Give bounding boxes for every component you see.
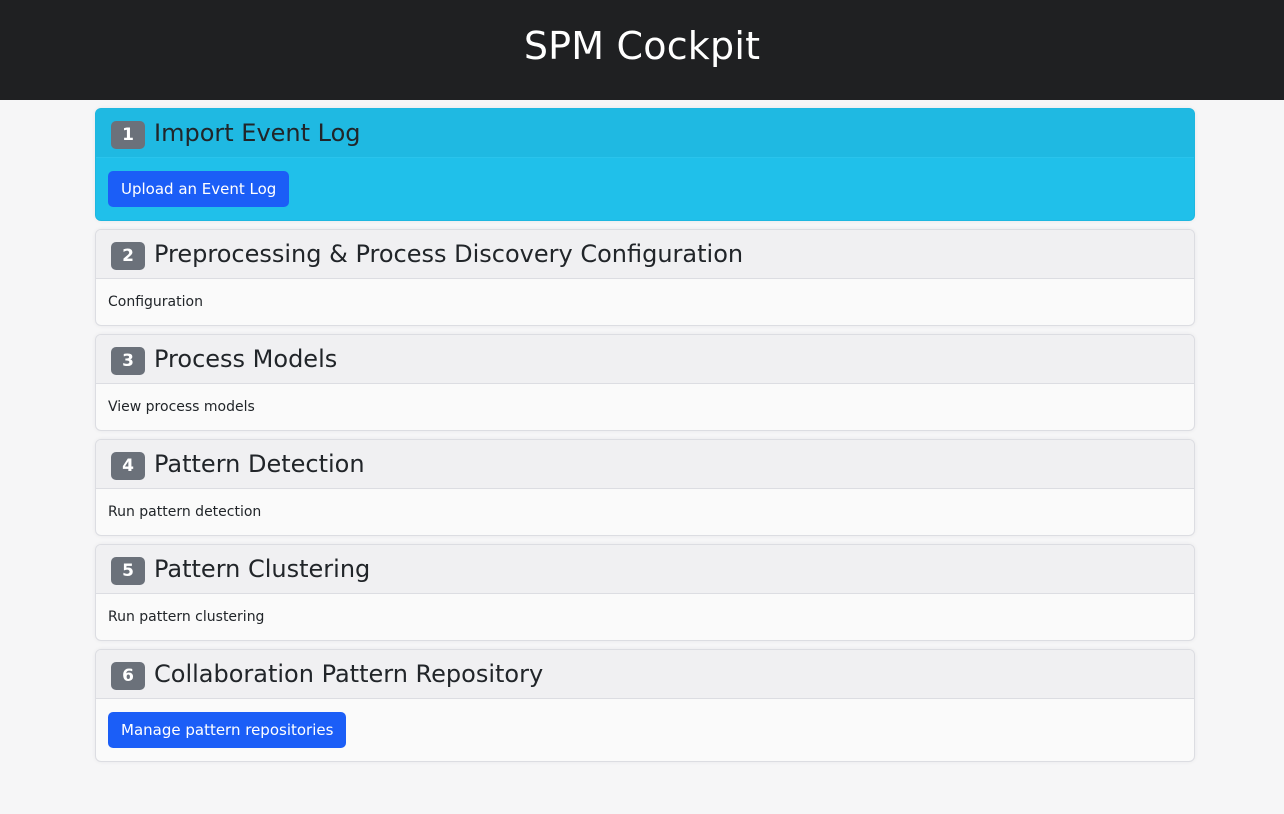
step-number-badge: 6 bbox=[111, 662, 145, 690]
run-pattern-clustering-link[interactable]: Run pattern clustering bbox=[108, 609, 264, 625]
step-header: 4 Pattern Detection bbox=[96, 440, 1194, 489]
step-number-badge: 1 bbox=[111, 121, 145, 149]
step-title: Process Models bbox=[154, 345, 338, 373]
step-header: 3 Process Models bbox=[96, 335, 1194, 384]
step-header: 5 Pattern Clustering bbox=[96, 545, 1194, 594]
app-title: SPM Cockpit bbox=[523, 24, 761, 68]
step-header: 6 Collaboration Pattern Repository bbox=[96, 650, 1194, 699]
step-body: Upload an Event Log bbox=[96, 158, 1194, 220]
step-title: Preprocessing & Process Discovery Config… bbox=[154, 240, 744, 268]
step-pattern-detection: 4 Pattern Detection Run pattern detectio… bbox=[95, 439, 1195, 536]
step-title: Collaboration Pattern Repository bbox=[154, 660, 544, 688]
step-collaboration-pattern-repository: 6 Collaboration Pattern Repository Manag… bbox=[95, 649, 1195, 762]
step-header: 2 Preprocessing & Process Discovery Conf… bbox=[96, 230, 1194, 279]
manage-pattern-repositories-button[interactable]: Manage pattern repositories bbox=[108, 712, 347, 748]
step-header: 1 Import Event Log bbox=[96, 109, 1194, 158]
step-preprocessing-configuration: 2 Preprocessing & Process Discovery Conf… bbox=[95, 229, 1195, 326]
step-number-badge: 2 bbox=[111, 242, 145, 270]
step-import-event-log: 1 Import Event Log Upload an Event Log bbox=[95, 108, 1195, 221]
top-header: SPM Cockpit bbox=[0, 0, 1284, 100]
step-number-badge: 5 bbox=[111, 557, 145, 585]
step-number-badge: 4 bbox=[111, 452, 145, 480]
upload-event-log-button[interactable]: Upload an Event Log bbox=[108, 171, 290, 207]
view-process-models-link[interactable]: View process models bbox=[108, 399, 255, 415]
step-body: View process models bbox=[96, 384, 1194, 430]
step-number-badge: 3 bbox=[111, 347, 145, 375]
configuration-link[interactable]: Configuration bbox=[108, 294, 203, 310]
step-body: Run pattern clustering bbox=[96, 594, 1194, 640]
step-process-models: 3 Process Models View process models bbox=[95, 334, 1195, 431]
run-pattern-detection-link[interactable]: Run pattern detection bbox=[108, 504, 261, 520]
step-title: Pattern Clustering bbox=[154, 555, 371, 583]
step-title: Pattern Detection bbox=[154, 450, 365, 478]
step-body: Configuration bbox=[96, 279, 1194, 325]
step-body: Run pattern detection bbox=[96, 489, 1194, 535]
step-body: Manage pattern repositories bbox=[96, 699, 1194, 761]
step-pattern-clustering: 5 Pattern Clustering Run pattern cluster… bbox=[95, 544, 1195, 641]
step-title: Import Event Log bbox=[154, 119, 361, 147]
